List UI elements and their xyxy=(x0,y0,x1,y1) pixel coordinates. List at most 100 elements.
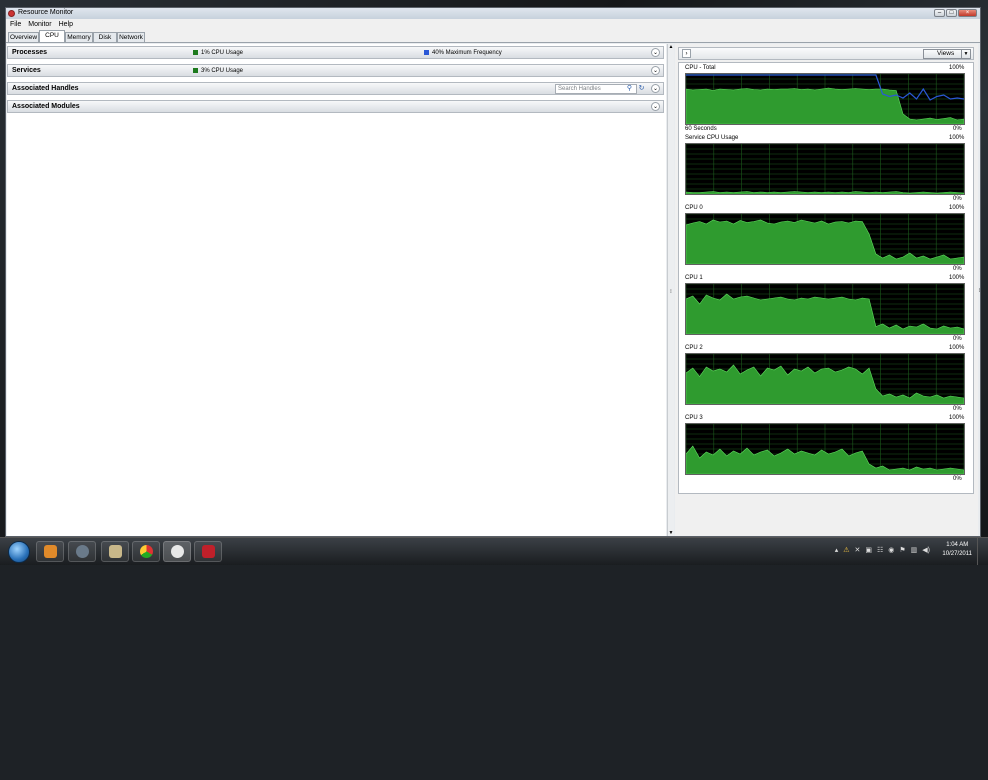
graph-list: CPU - Total 100% 0% 60 Seconds Service CPU U… xyxy=(678,62,974,494)
splitter-grip-icon[interactable]: ⁞ xyxy=(668,289,674,295)
cpu-usage-swatch xyxy=(193,68,198,73)
tray-app-icon[interactable]: ✕ xyxy=(854,546,860,554)
app-icon xyxy=(8,10,15,17)
chevron-down-icon[interactable]: ⌄ xyxy=(651,84,660,93)
menu-help[interactable]: Help xyxy=(59,21,73,28)
graph-title: CPU 3 xyxy=(685,415,703,421)
cpu-usage-swatch xyxy=(193,50,198,55)
cpu-usage-area xyxy=(686,219,964,264)
chevron-down-icon[interactable]: ⌄ xyxy=(651,66,660,75)
steam-icon[interactable] xyxy=(68,541,96,562)
services-cpu-indicator: 3% CPU Usage xyxy=(193,68,243,74)
resource-monitor-window: Resource Monitor – □ × File Monitor Help… xyxy=(5,7,981,537)
media-player-icon[interactable] xyxy=(36,541,64,562)
system-tray: ▴ ⚠ ✕ ▣ ☷ ◉ ⚑ ▥ ◀) xyxy=(835,546,930,554)
processes-freq-indicator: 40% Maximum Frequency xyxy=(424,50,502,56)
show-desktop-button[interactable] xyxy=(977,538,988,565)
graph-min-label: 0% xyxy=(953,266,962,272)
graph-min-label: 0% xyxy=(953,196,962,202)
services-label: Services xyxy=(12,67,41,74)
tab-strip: Overview CPU Memory Disk Network xyxy=(6,30,980,43)
processes-max-frequency: 40% Maximum Frequency xyxy=(432,50,502,56)
graph-min-label: 0% xyxy=(953,406,962,412)
tab-disk[interactable]: Disk xyxy=(93,32,117,42)
chevron-down-icon[interactable]: ⌄ xyxy=(651,48,660,57)
tray-app-icon[interactable]: ◉ xyxy=(888,546,894,554)
modules-header[interactable]: Associated Modules ⌄ xyxy=(7,100,664,113)
chrome-icon[interactable] xyxy=(132,541,160,562)
minimize-button[interactable]: – xyxy=(934,9,945,17)
window-title: Resource Monitor xyxy=(18,9,74,16)
graph-canvas xyxy=(686,284,964,334)
tray-app-icon[interactable]: ▣ xyxy=(865,546,872,554)
processes-cpu-indicator: 1% CPU Usage xyxy=(193,50,243,56)
graph-title: CPU 1 xyxy=(685,275,703,281)
graph-cpu1 xyxy=(685,283,965,335)
graph-max-label: 100% xyxy=(949,345,965,351)
search-icon[interactable]: ⚲ xyxy=(625,84,634,94)
cpu-usage-area xyxy=(686,364,964,404)
services-header[interactable]: Services 3% CPU Usage ⌄ xyxy=(7,64,664,77)
maximize-button[interactable]: □ xyxy=(946,9,957,17)
handles-label: Associated Handles xyxy=(12,85,79,92)
graph-service xyxy=(685,143,965,195)
show-hidden-icons-icon[interactable]: ▴ xyxy=(835,546,839,554)
close-button[interactable]: × xyxy=(958,9,977,17)
graph-max-label: 100% xyxy=(949,135,965,141)
graph-total xyxy=(685,73,965,125)
graph-canvas xyxy=(686,214,964,264)
menu-bar: File Monitor Help xyxy=(6,19,980,30)
tab-cpu[interactable]: CPU xyxy=(39,30,65,42)
processes-cpu-usage: 1% CPU Usage xyxy=(201,50,244,56)
clock[interactable]: 1:04 AM 10/27/2011 xyxy=(942,541,972,559)
game-icon[interactable] xyxy=(101,541,129,562)
graph-title: CPU 2 xyxy=(685,345,703,351)
graph-max-label: 100% xyxy=(949,415,965,421)
chevron-down-icon[interactable]: ▼ xyxy=(961,50,970,58)
scroll-down-icon[interactable]: ▼ xyxy=(668,530,674,536)
collapse-pane-icon[interactable]: › xyxy=(682,49,691,58)
views-label: Views xyxy=(937,50,955,57)
graph-canvas xyxy=(686,424,964,474)
refresh-icon[interactable]: ↻ xyxy=(637,84,646,94)
warning-icon[interactable]: ⚠ xyxy=(843,546,849,554)
tab-memory[interactable]: Memory xyxy=(65,32,93,42)
resource-monitor-task[interactable] xyxy=(163,541,191,562)
graph-canvas xyxy=(686,354,964,404)
flash-icon[interactable] xyxy=(194,541,222,562)
flag-icon[interactable]: ⚑ xyxy=(899,546,905,554)
start-button[interactable] xyxy=(8,541,30,563)
menu-file[interactable]: File xyxy=(10,21,21,28)
scroll-up-icon[interactable]: ▲ xyxy=(668,44,674,50)
graph-min-label: 0% xyxy=(953,476,962,482)
chevron-down-icon[interactable]: ⌄ xyxy=(651,102,660,111)
clock-date: 10/27/2011 xyxy=(942,551,972,557)
handles-header[interactable]: Associated Handles Search Handles ⚲ ↻ ⌄ xyxy=(7,82,664,95)
graph-pane: › Views ▼ CPU - Total 100% 0% 60 Seconds Ser… xyxy=(675,44,978,536)
cpu-usage-area xyxy=(686,87,964,124)
graph-canvas xyxy=(686,144,964,194)
graph-toolbar: › Views ▼ xyxy=(678,47,974,60)
menu-monitor[interactable]: Monitor xyxy=(28,21,51,28)
graph-max-label: 100% xyxy=(949,275,965,281)
graph-min-label: 0% xyxy=(953,336,962,342)
graph-cpu0 xyxy=(685,213,965,265)
graph-time-span: 60 Seconds xyxy=(685,126,717,132)
left-pane: Processes 1% CPU Usage 40% Maximum Frequ… xyxy=(7,44,666,536)
tray-app-icon[interactable]: ☷ xyxy=(877,546,883,554)
vertical-scrollbar[interactable]: ▲ ⁞ ▼ xyxy=(667,44,674,536)
title-bar[interactable]: Resource Monitor – □ × xyxy=(6,8,980,19)
taskbar: ▴ ⚠ ✕ ▣ ☷ ◉ ⚑ ▥ ◀) 1:04 AM 10/27/2011 xyxy=(0,537,988,565)
services-cpu-usage: 3% CPU Usage xyxy=(201,68,244,74)
volume-icon[interactable]: ◀) xyxy=(922,546,930,554)
tab-network[interactable]: Network xyxy=(117,32,145,42)
tab-overview[interactable]: Overview xyxy=(8,32,39,42)
graph-max-label: 100% xyxy=(949,205,965,211)
processes-label: Processes xyxy=(12,49,48,56)
network-icon[interactable]: ▥ xyxy=(911,546,918,554)
graph-max-label: 100% xyxy=(949,65,965,71)
views-button[interactable]: Views ▼ xyxy=(923,49,971,59)
graph-canvas xyxy=(686,74,964,124)
processes-header[interactable]: Processes 1% CPU Usage 40% Maximum Frequ… xyxy=(7,46,664,59)
right-splitter-grip-icon[interactable]: ⁞ xyxy=(979,288,982,780)
